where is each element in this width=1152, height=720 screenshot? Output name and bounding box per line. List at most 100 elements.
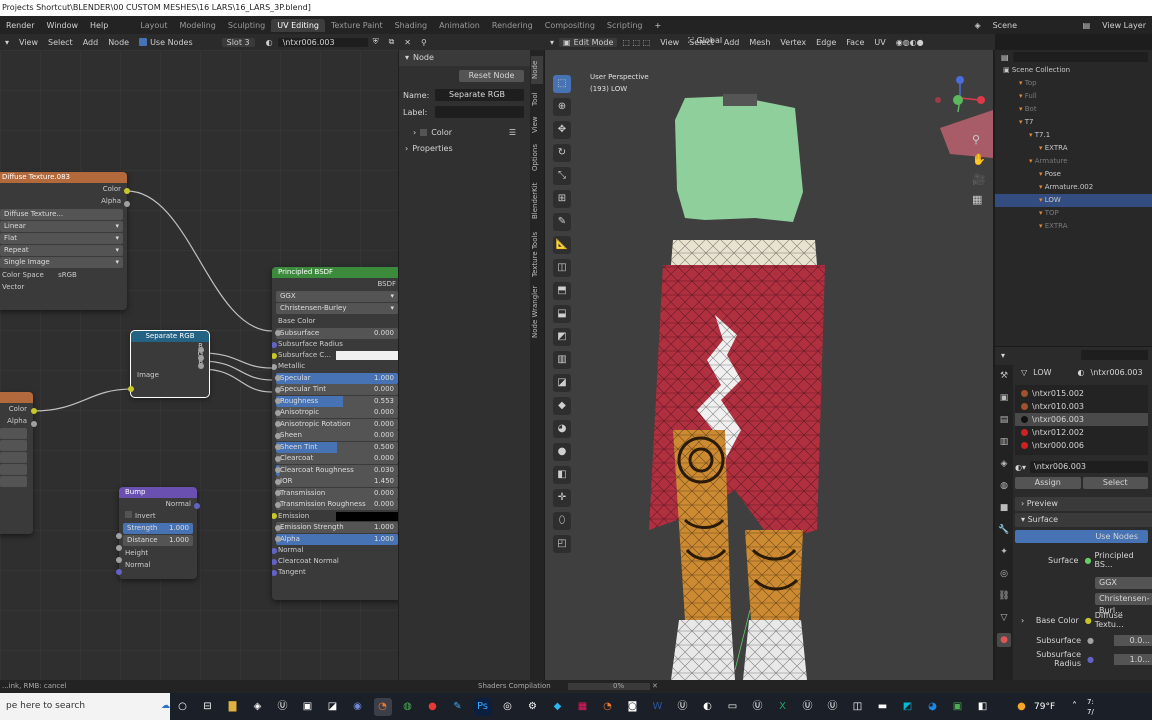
camera-icon[interactable]: 🎥 <box>972 170 986 190</box>
terminal-icon[interactable]: ▬ <box>874 698 892 716</box>
material-slot-list[interactable]: \ntxr015.002 \ntxr010.003 \ntxr006.003 \ntx… <box>1015 385 1148 455</box>
bsdf-input-socket[interactable] <box>272 569 277 576</box>
outliner-item-armature-002[interactable]: ▾ Armature.002 <box>995 181 1152 194</box>
bsdf-field-roughness[interactable]: Roughness 0.553 <box>275 395 398 407</box>
separate-image-socket[interactable] <box>128 386 134 392</box>
bsdf-input-socket[interactable] <box>275 524 281 531</box>
bsdf-field-subsurface-radius[interactable]: Subsurface Radius <box>272 339 398 350</box>
app-icon-2[interactable]: ▣ <box>299 698 317 716</box>
poly-build-tool-icon[interactable]: ◆ <box>553 397 571 415</box>
outliner-filter-icon[interactable]: ▤ <box>1001 53 1009 62</box>
knife-tool-icon[interactable]: ◪ <box>553 374 571 392</box>
offscreen-dropdown-2[interactable] <box>0 452 27 463</box>
bsdf-input-socket[interactable] <box>275 455 281 462</box>
bsdf-field-sheen-tint[interactable]: Sheen Tint 0.500 <box>275 441 398 453</box>
photoshop-icon[interactable]: Ps <box>473 697 492 716</box>
outliner-item-t7[interactable]: ▾ T7 <box>995 116 1152 129</box>
constraints-tab-icon[interactable]: ⛓ <box>997 589 1011 603</box>
select-box-tool-icon[interactable]: ⬚ <box>553 75 571 93</box>
bsdf-field-transmission-roughness[interactable]: Transmission Roughness 0.000 <box>275 499 398 510</box>
app-icon-10[interactable]: ▭ <box>724 698 742 716</box>
view-layer-tab-icon[interactable]: ▥ <box>997 435 1011 449</box>
render-tab-icon[interactable]: ▣ <box>997 391 1011 405</box>
outliner-item-armature[interactable]: ▾ Armature <box>995 155 1152 168</box>
bsdf-input-socket[interactable] <box>275 467 281 473</box>
app-icon-9[interactable]: ◐ <box>699 698 717 716</box>
subsurface-value[interactable]: 0.0... <box>1113 635 1152 646</box>
select-mode-icons[interactable]: ⬚ ⬚ ⬚ <box>617 38 655 47</box>
move-tool-icon[interactable]: ✥ <box>553 121 571 139</box>
bump-invert-checkbox[interactable]: Invert <box>119 510 197 522</box>
interpolation-dropdown[interactable]: Linear ▾ <box>0 221 123 232</box>
node-panel-header[interactable]: ▾ Node <box>399 50 530 66</box>
viewport-editor-type-icon[interactable]: ▾ <box>545 38 559 47</box>
offscreen-dropdown-1[interactable] <box>0 440 27 451</box>
new-material-icon[interactable]: ⧉ <box>384 37 400 47</box>
sidebar-tab-texture-tools[interactable]: Texture Tools <box>531 228 543 280</box>
bump-height-socket[interactable] <box>116 557 122 563</box>
base-color-value[interactable]: Diffuse Textu... <box>1092 611 1152 629</box>
diffuse-image-field[interactable]: Diffuse Texture... <box>0 209 123 220</box>
3d-viewport[interactable]: User Perspective (193) LOW ⚲ ✋ 🎥 ▦ <box>545 50 993 680</box>
scene-collection[interactable]: ▣ Scene Collection <box>995 64 1152 77</box>
viewport-menu-uv[interactable]: UV <box>869 38 890 47</box>
material-slot[interactable]: \ntxr012.002 <box>1015 426 1148 439</box>
bsdf-field-clearcoat[interactable]: Clearcoat 0.000 <box>275 453 398 464</box>
outliner-item-extra[interactable]: ▾ EXTRA <box>995 220 1152 233</box>
outliner-item-top[interactable]: ▾ TOP <box>995 207 1152 220</box>
bsdf-input-socket[interactable] <box>275 536 281 542</box>
tab-texture-paint[interactable]: Texture Paint <box>325 19 389 32</box>
annotate-tool-icon[interactable]: ✎ <box>553 213 571 231</box>
app-icon-1[interactable]: ◈ <box>249 698 267 716</box>
select-button[interactable]: Select <box>1082 477 1148 489</box>
tab-uv-editing[interactable]: UV Editing <box>271 18 325 32</box>
cancel-job-icon[interactable]: ✕ <box>652 680 658 693</box>
properties-editor-icon[interactable]: ▾ <box>1001 351 1005 360</box>
subsurface-radius-value[interactable]: 1.0... <box>1113 653 1152 665</box>
transform-tool-icon[interactable]: ⊞ <box>553 190 571 208</box>
outliner-item-pose[interactable]: ▾ Pose <box>995 168 1152 181</box>
bsdf-field-normal[interactable]: Normal <box>272 545 398 556</box>
bsdf-input-socket[interactable] <box>275 478 281 485</box>
menu-render[interactable]: Render <box>0 21 40 30</box>
use-nodes-checkbox[interactable]: Use Nodes <box>134 38 198 47</box>
taskbar-clock[interactable]: 7: 7/ <box>1087 697 1107 717</box>
use-nodes-button[interactable]: Use Nodes <box>1015 530 1148 543</box>
node-menu-add[interactable]: Add <box>78 38 104 47</box>
bump-distance-socket[interactable] <box>116 545 122 551</box>
base-color-input[interactable]: Base Color <box>272 315 398 327</box>
bsdf-field-subsurface[interactable]: Subsurface 0.000 <box>275 327 398 339</box>
app-icon-6[interactable]: ◆ <box>549 698 567 716</box>
menu-window[interactable]: Window <box>40 21 84 30</box>
bump-normal-socket[interactable] <box>116 569 122 575</box>
weather-icon[interactable]: ● <box>1013 698 1031 716</box>
rotate-tool-icon[interactable]: ↻ <box>553 144 571 162</box>
orientation-selector[interactable]: ⛶ Global <box>688 36 722 46</box>
app-icon-13[interactable]: ▣ <box>949 698 967 716</box>
unreal-5-icon[interactable]: Ⓤ <box>824 698 842 716</box>
separate-g-socket[interactable] <box>198 355 204 361</box>
shrink-tool-icon[interactable]: ✛ <box>553 489 571 507</box>
offscreen-dropdown-4[interactable] <box>0 476 27 487</box>
blender-2-icon[interactable]: ◔ <box>599 698 617 716</box>
tab-layout[interactable]: Layout <box>134 19 173 32</box>
bump-node[interactable]: Bump Normal Invert Strength 1.000 Distanc… <box>119 487 197 579</box>
unreal-4-icon[interactable]: Ⓤ <box>799 698 817 716</box>
offscreen-image-node[interactable]: Color Alpha <box>0 392 33 534</box>
bump-strength-field[interactable]: Strength 1.000 <box>123 523 193 534</box>
sidebar-tab-view[interactable]: View <box>531 114 543 136</box>
outliner-item-low[interactable]: ▾ LOW <box>995 194 1152 207</box>
sidebar-tab-node-wrangler[interactable]: Node Wrangler <box>531 284 543 340</box>
outliner-item-extra[interactable]: ▾ EXTRA <box>995 142 1152 155</box>
smooth-tool-icon[interactable]: ● <box>553 443 571 461</box>
shading-mode-icons[interactable]: ◉◍◐● <box>891 38 929 47</box>
multitask-icon[interactable]: ⊟ <box>199 698 217 716</box>
node-editor-canvas[interactable]: Diffuse Texture.083 Color Alpha Diffuse … <box>0 50 398 680</box>
offscreen-out-alpha[interactable]: Alpha <box>0 415 33 427</box>
bsdf-field-alpha[interactable]: Alpha 1.000 <box>275 533 398 545</box>
inset-tool-icon[interactable]: ⬓ <box>553 305 571 323</box>
bsdf-field-clearcoat-normal[interactable]: Clearcoat Normal <box>272 556 398 567</box>
bsdf-input-socket[interactable] <box>272 558 277 565</box>
zoom-icon[interactable]: ⚲ <box>972 130 986 150</box>
bsdf-input-socket[interactable] <box>275 444 281 450</box>
